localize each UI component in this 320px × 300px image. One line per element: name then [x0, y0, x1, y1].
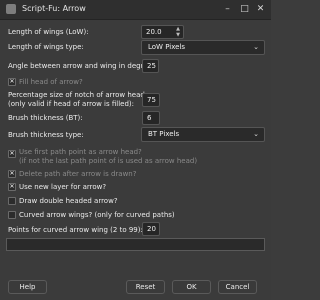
angle-label: Angle between arrow and wing in degrees:	[8, 62, 158, 70]
ok-button-label: OK	[186, 283, 197, 291]
progress-bar	[6, 238, 265, 251]
script-fu-arrow-dialog: Script-Fu: Arrow – □ ✕ Length of wings (…	[0, 0, 271, 300]
brush-type-value: BT Pixels	[148, 130, 180, 138]
points-curved-label: Points for curved arrow wing (2 to 99):	[8, 226, 143, 234]
reset-button[interactable]: Reset	[126, 280, 165, 294]
angle-spinbox[interactable]: 25	[142, 59, 159, 73]
first-point-label-line2: (if not the last path point of is used a…	[19, 157, 198, 165]
length-wings-value: 20.0	[146, 28, 162, 36]
double-headed-checkbox[interactable]	[8, 197, 16, 205]
maximize-button[interactable]: □	[238, 3, 251, 16]
first-point-checkbox[interactable]: ✕	[8, 150, 16, 158]
length-wings-spinbox[interactable]: 20.0 ▲ ▼	[141, 25, 184, 39]
delete-path-label: Delete path after arrow is drawn?	[19, 170, 137, 178]
reset-button-label: Reset	[135, 283, 156, 291]
help-button[interactable]: Help	[8, 280, 47, 294]
window-title: Script-Fu: Arrow	[22, 4, 86, 13]
length-wings-type-combo[interactable]: LoW Pixels ⌄	[141, 40, 265, 55]
length-wings-type-value: LoW Pixels	[148, 43, 186, 51]
brush-type-combo[interactable]: BT Pixels ⌄	[141, 127, 265, 142]
angle-value: 25	[147, 62, 156, 70]
notch-label-line1: Percentage size of notch of arrow head	[8, 91, 145, 99]
length-wings-type-label: Length of wings type:	[8, 43, 84, 51]
brush-thickness-value: 6	[147, 114, 152, 122]
notch-spinbox[interactable]: 75	[142, 93, 160, 107]
double-headed-label: Draw double headed arrow?	[19, 197, 118, 205]
notch-label-line2: (only valid if head of arrow is filled):	[8, 100, 135, 108]
delete-path-checkbox[interactable]: ✕	[8, 170, 16, 178]
brush-thickness-label: Brush thickness (BT):	[8, 114, 83, 122]
fill-head-label: Fill head of arrow?	[19, 78, 83, 86]
minimize-button[interactable]: –	[221, 3, 234, 16]
points-curved-spinbox[interactable]: 20	[142, 222, 160, 236]
curved-wings-checkbox[interactable]	[8, 211, 16, 219]
cancel-button[interactable]: Cancel	[218, 280, 257, 294]
chevron-down-icon: ⌄	[253, 43, 259, 51]
brush-thickness-spinbox[interactable]: 6	[142, 111, 160, 125]
new-layer-label: Use new layer for arrow?	[19, 183, 107, 191]
close-button[interactable]: ✕	[254, 3, 267, 16]
curved-wings-label: Curved arrow wings? (only for curved pat…	[19, 211, 175, 219]
new-layer-checkbox[interactable]: ✕	[8, 183, 16, 191]
fill-head-checkbox[interactable]: ✕	[8, 78, 16, 86]
title-bar: Script-Fu: Arrow – □ ✕	[0, 0, 271, 20]
spin-arrows-icon[interactable]: ▲ ▼	[175, 26, 181, 38]
help-button-label: Help	[19, 283, 36, 291]
length-wings-label: Length of wings (LoW):	[8, 28, 89, 36]
chevron-down-icon: ⌄	[253, 130, 259, 138]
first-point-label-line1: Use first path point as arrow head?	[19, 148, 142, 156]
notch-value: 75	[147, 96, 156, 104]
cancel-button-label: Cancel	[225, 283, 250, 291]
ok-button[interactable]: OK	[172, 280, 211, 294]
points-curved-value: 20	[147, 225, 156, 233]
app-icon	[6, 4, 16, 14]
brush-type-label: Brush thickness type:	[8, 131, 84, 139]
